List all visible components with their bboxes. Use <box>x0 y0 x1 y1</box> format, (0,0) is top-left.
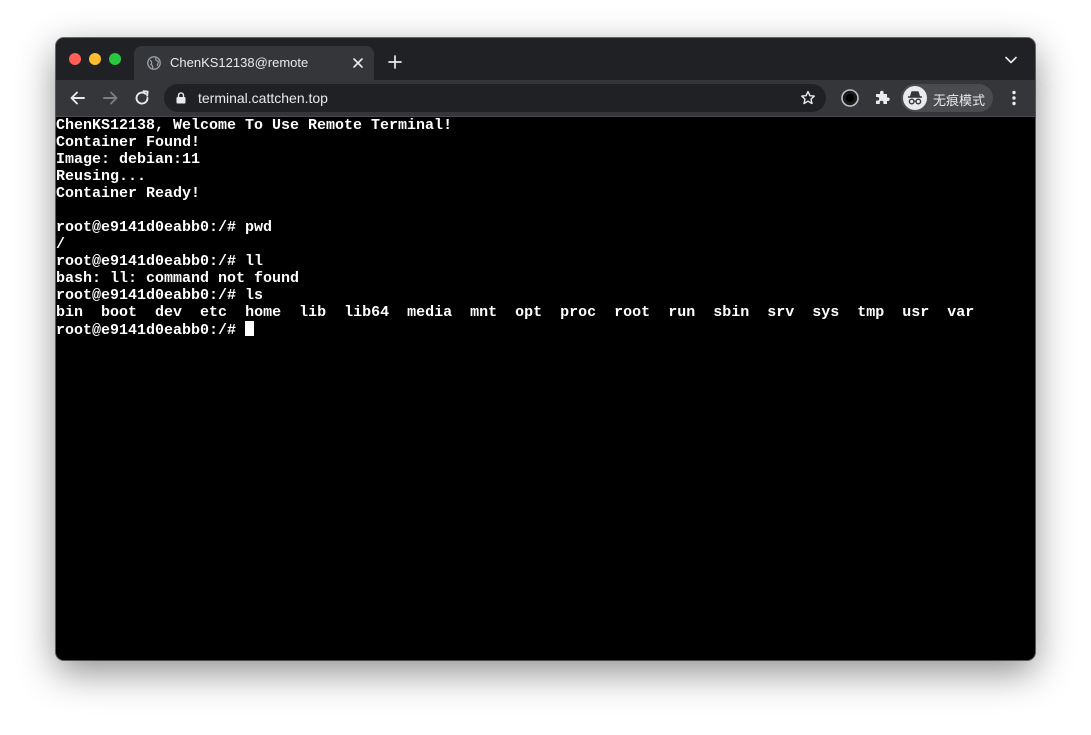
browser-toolbar: terminal.cattchen.top 无痕模式 <box>56 80 1035 117</box>
ls-entry: mnt <box>470 304 516 321</box>
ls-entry: lib64 <box>344 304 408 321</box>
reload-icon[interactable] <box>132 88 152 108</box>
globe-icon <box>147 56 161 70</box>
ls-entry: var <box>947 304 975 321</box>
more-menu-icon[interactable] <box>1004 88 1024 108</box>
tab-strip: ChenKS12138@remote <box>56 38 1035 80</box>
minimize-window-button[interactable] <box>89 53 101 65</box>
ls-entry: media <box>407 304 471 321</box>
close-window-button[interactable] <box>69 53 81 65</box>
terminal-line: Image: debian:11 <box>56 151 201 168</box>
terminal-prompt-line: root@e9141d0eabb0:/# <box>56 321 1035 339</box>
ls-entry: sys <box>812 304 858 321</box>
address-bar[interactable]: terminal.cattchen.top <box>164 84 826 112</box>
ls-output-line: bin boot dev etc home lib lib64 media mn… <box>56 304 1035 321</box>
puzzle-extensions-icon[interactable] <box>872 88 892 108</box>
back-arrow-icon[interactable] <box>68 88 88 108</box>
ls-entry: proc <box>560 304 615 321</box>
ls-entry: bin <box>56 304 102 321</box>
ls-entry: root <box>614 304 669 321</box>
terminal-line: root@e9141d0eabb0:/# pwd <box>56 219 273 236</box>
terminal-line: Container Found! <box>56 134 201 151</box>
terminal-screen[interactable]: ChenKS12138, Welcome To Use Remote Termi… <box>56 117 1035 660</box>
ls-entry: srv <box>767 304 813 321</box>
extension-record-icon[interactable] <box>840 88 860 108</box>
close-icon[interactable] <box>350 55 366 71</box>
terminal-prompt: root@e9141d0eabb0:/# <box>56 322 246 339</box>
ls-entry: usr <box>902 304 948 321</box>
ls-entry: sbin <box>713 304 768 321</box>
incognito-label: 无痕模式 <box>933 93 986 108</box>
forward-arrow-icon[interactable] <box>100 88 120 108</box>
url-text[interactable]: terminal.cattchen.top <box>198 90 328 106</box>
browser-window: ChenKS12138@remote terminal.cattchen.top… <box>56 38 1035 660</box>
terminal-line: bash: ll: command not found <box>56 270 300 287</box>
terminal-line: / <box>56 236 66 253</box>
incognito-profile-button[interactable]: 无痕模式 <box>901 84 993 112</box>
new-tab-button[interactable] <box>387 54 403 70</box>
chevron-down-icon[interactable] <box>1004 55 1018 65</box>
ls-entry: opt <box>515 304 561 321</box>
ls-entry: boot <box>101 304 156 321</box>
terminal-line: Container Ready! <box>56 185 201 202</box>
terminal-line: ChenKS12138, Welcome To Use Remote Termi… <box>56 117 453 134</box>
terminal-line: root@e9141d0eabb0:/# ll <box>56 253 264 270</box>
bookmark-star-icon[interactable] <box>800 90 816 106</box>
ls-entry: home <box>245 304 300 321</box>
terminal-line: root@e9141d0eabb0:/# ls <box>56 287 264 304</box>
terminal-cursor <box>245 321 255 336</box>
tab-title: ChenKS12138@remote <box>170 55 309 70</box>
ls-entry: run <box>668 304 714 321</box>
incognito-icon <box>903 86 927 110</box>
terminal-line: Reusing... <box>56 168 147 185</box>
ls-entry: etc <box>200 304 246 321</box>
lock-icon[interactable] <box>176 92 186 104</box>
tab-active[interactable]: ChenKS12138@remote <box>134 46 374 80</box>
ls-entry: lib <box>299 304 345 321</box>
ls-entry: tmp <box>857 304 903 321</box>
ls-entry: dev <box>155 304 201 321</box>
maximize-window-button[interactable] <box>109 53 121 65</box>
